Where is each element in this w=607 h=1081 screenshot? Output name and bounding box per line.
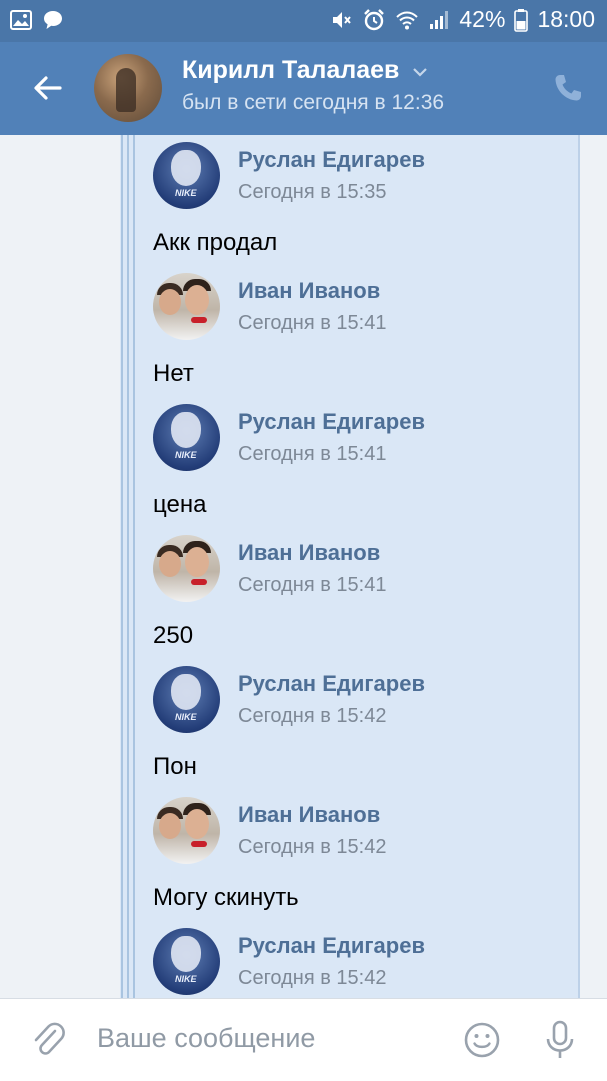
contact-name[interactable]: Кирилл Талалаев: [182, 56, 399, 85]
forward-indicator-line: [121, 135, 123, 998]
message-text: 250: [153, 622, 194, 649]
forward-indicator-line: [127, 135, 129, 998]
attach-icon[interactable]: [30, 1019, 66, 1059]
message-text: Нет: [153, 360, 194, 387]
sender-avatar[interactable]: NIKE: [153, 928, 220, 995]
forward-indicator-line: [133, 135, 135, 998]
sender-name[interactable]: Руслан Едигарев: [238, 671, 425, 697]
message-composer: Ваше сообщение: [0, 998, 607, 1081]
microphone-icon[interactable]: [542, 1019, 578, 1061]
alarm-icon: [364, 8, 385, 30]
message-time: Сегодня в 15:41: [238, 574, 387, 596]
last-seen-status: был в сети сегодня в 12:36: [182, 91, 445, 114]
message-time: Сегодня в 15:42: [238, 967, 387, 989]
message-time: Сегодня в 15:41: [238, 443, 387, 465]
phone-icon[interactable]: [552, 72, 584, 104]
message-time: Сегодня в 15:42: [238, 836, 387, 858]
sender-avatar[interactable]: NIKE: [153, 404, 220, 471]
sender-avatar[interactable]: NIKE: [153, 666, 220, 733]
wifi-icon: [396, 11, 419, 29]
gallery-icon: [10, 10, 32, 30]
clock: 18:00: [537, 6, 595, 32]
sender-name[interactable]: Иван Иванов: [238, 802, 380, 828]
emoji-icon[interactable]: [463, 1021, 501, 1059]
message-text: Могу скинуть: [153, 884, 299, 911]
battery-icon: [514, 8, 529, 32]
sender-avatar[interactable]: NIKE: [153, 142, 220, 209]
message-input[interactable]: Ваше сообщение: [97, 1023, 315, 1054]
mute-icon: [333, 11, 352, 28]
chevron-down-icon[interactable]: [412, 66, 428, 78]
status-bar: 42% 18:00: [0, 0, 607, 42]
message-text: Акк продал: [153, 229, 278, 256]
chat-bubble-icon: [44, 11, 62, 29]
sender-avatar[interactable]: [153, 535, 220, 602]
message-text: Пон: [153, 753, 197, 780]
sender-name[interactable]: Иван Иванов: [238, 278, 380, 304]
message-time: Сегодня в 15:41: [238, 312, 387, 334]
signal-icon: [430, 10, 449, 29]
message-text: цена: [153, 491, 207, 518]
message-history[interactable]: NIKE Руслан Едигарев Сегодня в 15:35 Акк…: [0, 135, 607, 998]
chat-header: Кирилл Талалаев был в сети сегодня в 12:…: [0, 42, 607, 135]
message-time: Сегодня в 15:35: [238, 181, 387, 203]
sender-name[interactable]: Иван Иванов: [238, 540, 380, 566]
sender-name[interactable]: Руслан Едигарев: [238, 147, 425, 173]
sender-avatar[interactable]: [153, 797, 220, 864]
sender-avatar[interactable]: [153, 273, 220, 340]
back-arrow-icon[interactable]: [30, 70, 66, 106]
sender-name[interactable]: Руслан Едигарев: [238, 409, 425, 435]
contact-avatar[interactable]: [94, 54, 162, 122]
sender-name[interactable]: Руслан Едигарев: [238, 933, 425, 959]
message-time: Сегодня в 15:42: [238, 705, 387, 727]
battery-percent: 42%: [459, 6, 506, 32]
